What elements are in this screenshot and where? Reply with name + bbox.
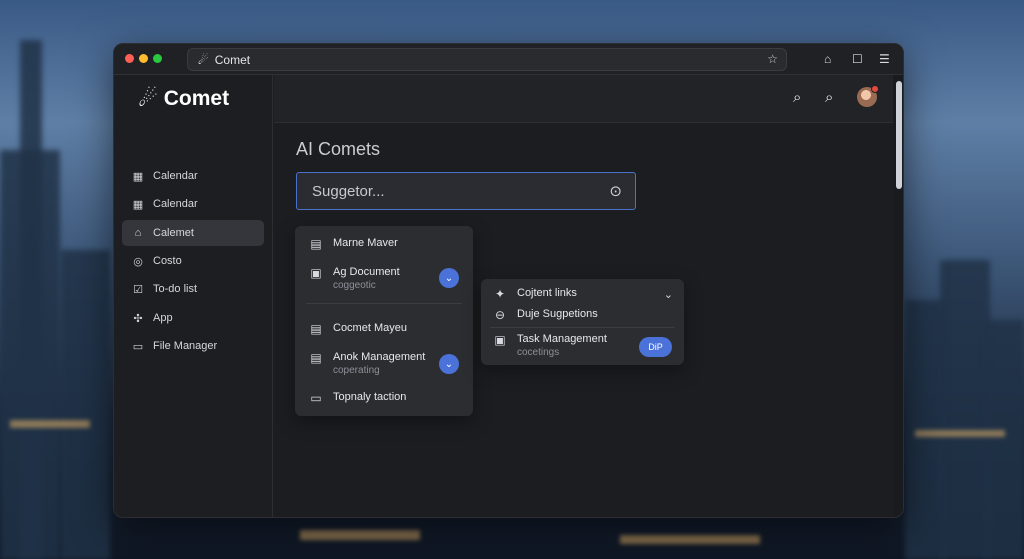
- content-links-panel: ✦ Cojtent links ⌄ ⊖ Duje Sugpetions ▣ Ta…: [481, 279, 684, 365]
- item-title: Anok Management: [333, 351, 426, 363]
- item-subtitle: cocetings: [517, 347, 560, 358]
- comet-logo-icon: ☄︎: [198, 52, 209, 67]
- home-icon: ⌂: [134, 227, 142, 239]
- sidebar: ☄ Comet ▦ Calendar ▦ Calendar ⌂ Calemet …: [114, 75, 273, 517]
- item-subtitle: coperating: [333, 365, 380, 376]
- window-icon: ▭: [310, 391, 322, 405]
- chevron-down-icon[interactable]: ⌄: [664, 288, 673, 301]
- browser-window: ☄︎ Comet ☆ ⌂ ☐ ☰ ☄ Comet ▦ Calendar ▦ Ca…: [113, 43, 904, 518]
- divider: [490, 327, 675, 328]
- list-item[interactable]: ▤ Marne Maver: [295, 237, 473, 251]
- panel-header-label: Cojtent links: [517, 287, 577, 299]
- sidebar-item-label: Costo: [153, 255, 182, 267]
- page-title: AI Comets: [296, 139, 381, 159]
- scroll-thumb[interactable]: [896, 81, 902, 189]
- item-title: Task Management: [517, 333, 607, 345]
- app-icon: ✣: [133, 312, 143, 325]
- address-bar[interactable]: ☄︎ Comet ☆: [187, 48, 787, 71]
- list-item[interactable]: ▤ Cocmet Mayeu: [295, 322, 473, 336]
- window-icon[interactable]: ☐: [852, 52, 863, 66]
- search-icon[interactable]: ⊙: [609, 182, 622, 200]
- chevron-down-icon[interactable]: ⌄: [439, 354, 459, 374]
- calendar-icon: ▦: [132, 170, 144, 183]
- search-icon-2[interactable]: ⌕: [825, 89, 833, 106]
- bookmark-star-icon[interactable]: ☆: [767, 52, 778, 66]
- item-subtitle: coggeotic: [333, 280, 376, 291]
- sidebar-item-app[interactable]: ✣ App: [122, 305, 264, 331]
- dip-button[interactable]: DiP: [639, 337, 672, 357]
- list-item[interactable]: ▭ Topnaly taction: [295, 391, 473, 405]
- top-bar: ⌕ ⌕: [274, 75, 903, 123]
- search-icon[interactable]: ⌕: [793, 89, 801, 106]
- item-title: Ag Document: [333, 266, 400, 278]
- chevron-down-icon[interactable]: ⌄: [439, 268, 459, 288]
- brand-name: Comet: [163, 87, 230, 110]
- sidebar-item-label: File Manager: [153, 340, 218, 352]
- comet-logo-icon: ☄: [138, 86, 158, 111]
- search-input-value: Suggetor...: [312, 182, 385, 200]
- notification-badge: [871, 85, 879, 93]
- item-title: Topnaly taction: [333, 391, 407, 403]
- sidebar-item-calemet[interactable]: ⌂ Calemet: [122, 220, 264, 246]
- task-icon: ▣: [494, 333, 506, 347]
- sidebar-item-calendar[interactable]: ▦ Calendar: [122, 163, 264, 189]
- document-icon: ▤: [310, 351, 322, 365]
- sidebar-item-calendar-2[interactable]: ▦ Calendar: [122, 191, 264, 217]
- sidebar-item-label: Calendar: [153, 198, 198, 210]
- item-title: Cocmet Mayeu: [333, 322, 407, 334]
- sidebar-item-todo-list[interactable]: ☑ To-do list: [122, 276, 264, 302]
- title-bar: ☄︎ Comet ☆ ⌂ ☐ ☰: [114, 44, 903, 75]
- document-icon: ▤: [310, 322, 322, 336]
- address-text: Comet: [214, 52, 251, 67]
- sidebar-item-costo[interactable]: ◎ Costo: [122, 248, 264, 274]
- brand[interactable]: ☄ Comet: [138, 86, 229, 112]
- sidebar-item-label: Calemet: [153, 227, 194, 239]
- list-item[interactable]: ⊖ Duje Sugpetions: [481, 308, 684, 322]
- target-icon: ◎: [133, 255, 143, 268]
- divider: [306, 303, 462, 304]
- suggestions-panel: ▤ Marne Maver ▣ Ag Document coggeotic ⌄ …: [295, 226, 473, 416]
- item-title: Duje Sugpetions: [517, 308, 598, 320]
- scrollbar[interactable]: [893, 75, 903, 517]
- sidebar-item-label: To-do list: [153, 283, 198, 295]
- sidebar-item-label: App: [153, 312, 173, 324]
- maximize-window-button[interactable]: [153, 54, 162, 63]
- close-window-button[interactable]: [125, 54, 134, 63]
- doc-star-icon: ▣: [310, 266, 322, 280]
- document-icon: ▤: [310, 237, 322, 251]
- menu-icon[interactable]: ☰: [879, 52, 890, 66]
- minimize-window-button[interactable]: [139, 54, 148, 63]
- calendar-icon: ▦: [132, 198, 144, 211]
- extension-icon[interactable]: ⌂: [824, 52, 831, 66]
- sparkle-icon: ✦: [494, 287, 506, 301]
- search-input[interactable]: Suggetor... ⊙: [296, 172, 636, 210]
- sidebar-item-file-manager[interactable]: ▭ File Manager: [122, 333, 264, 359]
- checklist-icon: ☑: [133, 283, 143, 296]
- link-icon: ⊖: [494, 308, 506, 322]
- item-title: Marne Maver: [333, 237, 398, 249]
- sidebar-item-label: Calendar: [153, 170, 198, 182]
- panel-header[interactable]: ✦ Cojtent links: [481, 287, 684, 301]
- folder-icon: ▭: [132, 340, 144, 353]
